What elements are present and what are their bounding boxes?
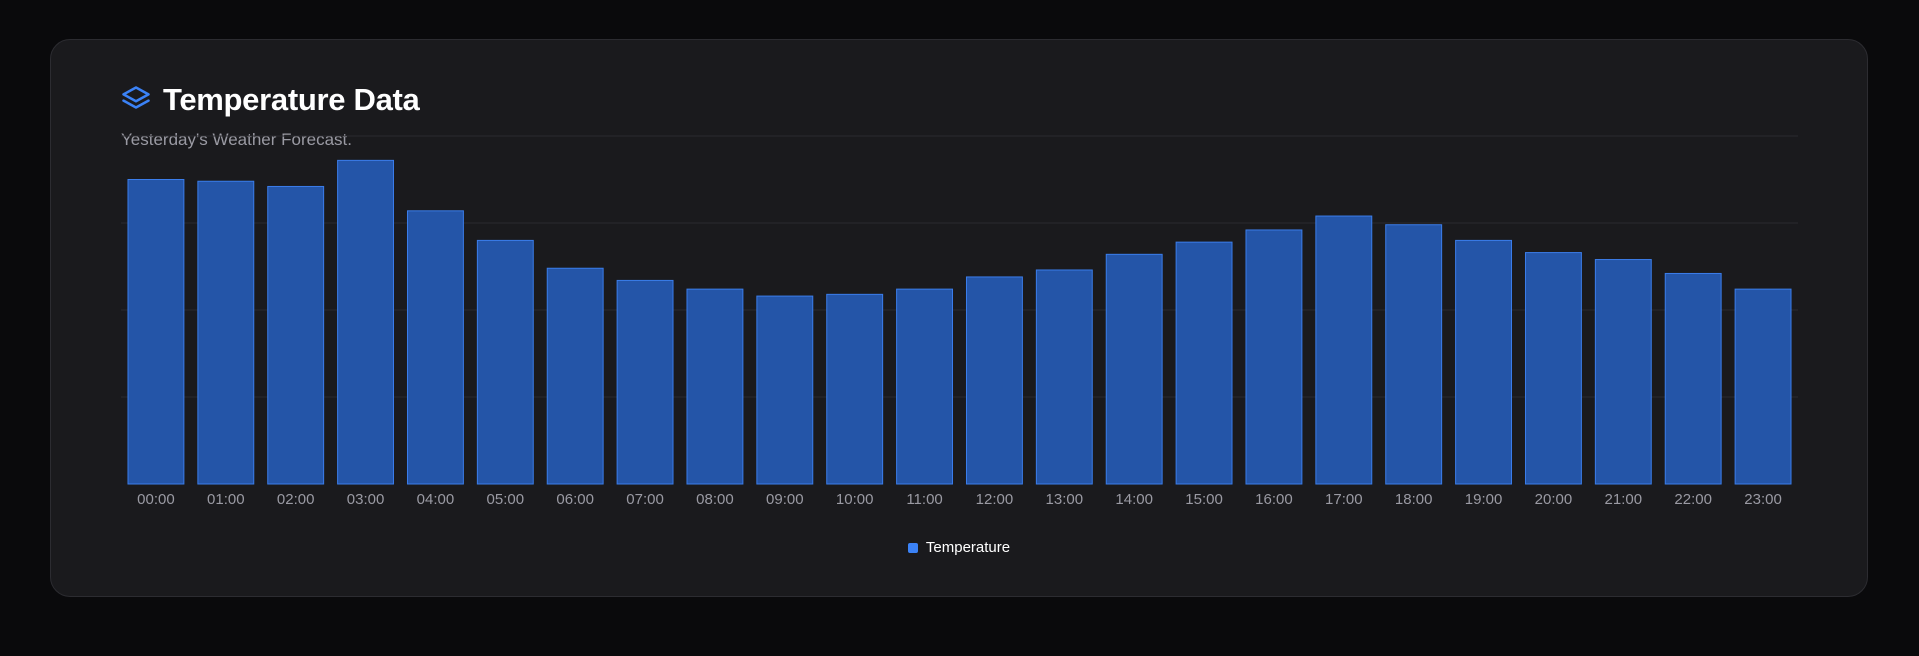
bar-1600[interactable] [1245, 229, 1303, 485]
x-tick-label: 17:00 [1325, 491, 1363, 508]
bar-1500[interactable] [1175, 241, 1233, 485]
x-tick-label: 15:00 [1185, 491, 1223, 508]
bar-1300[interactable] [1035, 269, 1093, 485]
bar-0500[interactable] [476, 239, 534, 485]
bar-0700[interactable] [616, 279, 674, 485]
bar-0600[interactable] [546, 267, 604, 485]
bar-1100[interactable] [896, 288, 954, 485]
x-tick-label: 13:00 [1046, 491, 1084, 508]
x-tick-label: 16:00 [1255, 491, 1293, 508]
bar-2300[interactable] [1734, 288, 1792, 485]
bar-1700[interactable] [1315, 215, 1373, 485]
chart-card: Temperature Data Yesterday's Weather For… [50, 39, 1868, 597]
x-tick-label: 12:00 [976, 491, 1014, 508]
x-tick-label: 09:00 [766, 491, 804, 508]
x-tick-label: 08:00 [696, 491, 734, 508]
x-tick-label: 03:00 [347, 491, 385, 508]
bar-0900[interactable] [756, 295, 814, 485]
x-tick-label: 21:00 [1605, 491, 1643, 508]
bar-2200[interactable] [1664, 272, 1722, 485]
bar-chart: 00:00 01:00 02:00 03:00 04:00 05:00 06:00 07:00… [121, 135, 1798, 508]
x-tick-label: 07:00 [626, 491, 664, 508]
bar-1200[interactable] [965, 276, 1023, 485]
bar-0100[interactable] [197, 180, 255, 485]
x-tick-label: 02:00 [277, 491, 315, 508]
x-tick-label: 05:00 [487, 491, 525, 508]
x-tick-label: 01:00 [207, 491, 245, 508]
bar-2100[interactable] [1594, 259, 1652, 485]
bar-1900[interactable] [1455, 239, 1513, 485]
x-tick-label: 14:00 [1115, 491, 1153, 508]
x-tick-label: 10:00 [836, 491, 874, 508]
x-tick-label: 19:00 [1465, 491, 1503, 508]
chart-legend[interactable]: Temperature [51, 539, 1867, 556]
bar-1800[interactable] [1385, 224, 1443, 485]
x-tick-label: 11:00 [906, 491, 942, 508]
bar-2000[interactable] [1524, 252, 1582, 485]
x-tick-label: 22:00 [1674, 491, 1712, 508]
legend-label: Temperature [925, 539, 1011, 556]
bar-0000[interactable] [127, 179, 185, 485]
bar-0200[interactable] [267, 185, 325, 485]
x-tick-label: 20:00 [1535, 491, 1573, 508]
bar-1400[interactable] [1105, 253, 1163, 485]
bar-0400[interactable] [406, 210, 464, 485]
x-tick-label: 04:00 [417, 491, 455, 508]
bar-0300[interactable] [337, 159, 395, 485]
x-tick-label: 00:00 [137, 491, 175, 508]
bar-0800[interactable] [686, 288, 744, 485]
x-tick-label: 18:00 [1395, 491, 1433, 508]
bar-1000[interactable] [826, 293, 884, 485]
legend-swatch [907, 542, 918, 553]
x-tick-label: 23:00 [1744, 491, 1782, 508]
x-tick-label: 06:00 [556, 491, 594, 508]
